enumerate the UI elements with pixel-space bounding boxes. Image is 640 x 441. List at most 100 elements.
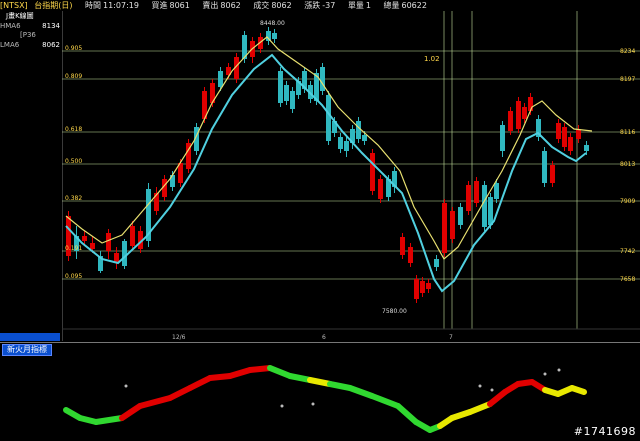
indicator-dot xyxy=(280,404,284,408)
candle-body xyxy=(550,165,555,183)
change-label: 漲跌 xyxy=(304,1,321,10)
candle-body xyxy=(542,151,547,183)
hma-value: 8134 xyxy=(42,22,60,30)
candle-body xyxy=(218,71,223,87)
sell-value: 8062 xyxy=(220,1,241,10)
candle-body xyxy=(400,237,405,255)
fib-price-label: 7658 xyxy=(620,276,635,283)
deal-label: 成交 xyxy=(253,1,270,10)
candle-body xyxy=(378,179,383,199)
candle-body xyxy=(500,125,505,151)
fib-ratio-label: 0.809 xyxy=(65,73,82,80)
time-label: 時間 xyxy=(85,1,102,10)
panel-title: J畫K線圖 xyxy=(6,12,34,20)
indicator-segment xyxy=(93,415,125,425)
candle-body xyxy=(576,129,581,139)
volume-label: 單量 xyxy=(347,1,364,10)
candle-body xyxy=(90,243,95,249)
low-price-label: 7580.00 xyxy=(382,308,407,315)
indicator-segment xyxy=(307,377,333,387)
fib-price-label: 8197 xyxy=(620,76,635,83)
indicator-dot xyxy=(311,402,315,406)
indicator-dot xyxy=(478,384,482,388)
symbol-code: [NTSX] xyxy=(0,1,28,10)
candle-body xyxy=(82,236,87,241)
indicator-dot xyxy=(557,368,561,372)
fib-price-label: 8116 xyxy=(620,129,635,136)
candle-body xyxy=(326,95,331,141)
candle-body xyxy=(466,185,471,211)
candle-body xyxy=(362,135,367,141)
watermark-id: #1741698 xyxy=(573,425,636,438)
deal-value: 8062 xyxy=(271,1,292,10)
candle-body xyxy=(508,111,513,131)
candles xyxy=(66,27,589,303)
candle-body xyxy=(414,279,419,299)
candle-body xyxy=(344,141,349,151)
fib-ratio-label: 0.382 xyxy=(65,195,82,202)
indicator-segment xyxy=(207,373,233,381)
fib-ratio-label: 0.095 xyxy=(65,273,82,280)
fib-ratio-label: 0.905 xyxy=(65,45,82,52)
candle-body xyxy=(434,259,439,267)
hma-label: HMA6 xyxy=(0,22,21,30)
panel-mid-label: [P36 xyxy=(20,31,36,39)
candle-body xyxy=(154,193,159,211)
left-panel: J畫K線圖 HMA6 8134 [P36 LMA6 8062 xyxy=(0,11,63,341)
candle-body xyxy=(122,241,127,266)
symbol-name: 台指期(日) xyxy=(34,1,73,10)
chart-annotation: 1.02 xyxy=(424,55,440,63)
indicator-title[interactable]: 新火月指標 xyxy=(2,344,52,356)
total-label: 總量 xyxy=(383,1,400,10)
lma-label: LMA6 xyxy=(0,41,20,49)
candle-body xyxy=(474,181,479,203)
sell-label: 賣出 xyxy=(202,1,219,10)
candle-body xyxy=(528,97,533,111)
candle-body xyxy=(284,85,289,101)
quote-bar: [NTSX] 台指期(日) 時間 11:07:19 買進 8061 賣出 8062 成… xyxy=(0,0,640,11)
indicator-dot xyxy=(124,384,128,388)
indicator-dot xyxy=(490,388,494,392)
fib-ratio-label: 0.500 xyxy=(65,158,82,165)
fib-price-label: 8013 xyxy=(620,161,635,168)
indicator-segment xyxy=(569,385,587,395)
fib-ratio-label: 0.191 xyxy=(65,245,82,252)
indicator-segment xyxy=(247,365,273,373)
indicator-segment xyxy=(327,381,353,391)
buy-label: 買進 xyxy=(151,1,168,10)
candlestick-chart[interactable]: 0.905 8234 0.809 8197 0.618 8116 0.500 8013 0.38… xyxy=(62,11,640,342)
ma-line-yellow xyxy=(65,36,593,260)
x-label-0: 12/6 xyxy=(172,334,186,341)
candle-body xyxy=(356,121,361,139)
candle-body xyxy=(426,283,431,289)
buy-value: 8061 xyxy=(169,1,190,10)
volume-value: 1 xyxy=(365,1,371,10)
x-label-1: 6 xyxy=(322,334,326,341)
indicator-segment xyxy=(287,373,313,383)
candle-body xyxy=(516,101,521,129)
candle-body xyxy=(568,137,573,151)
fib-price-label: 7742 xyxy=(620,248,635,255)
candle-body xyxy=(370,153,375,191)
candle-body xyxy=(522,107,527,119)
candle-body xyxy=(494,183,499,199)
candle-body xyxy=(562,127,567,147)
candle-body xyxy=(278,71,283,103)
indicator-dot xyxy=(543,372,547,376)
time-value: 11:07:19 xyxy=(103,1,139,10)
x-label-2: 7 xyxy=(449,334,453,341)
lma-value: 8062 xyxy=(42,41,60,49)
candle-body xyxy=(272,33,277,39)
fib-ratio-label: 0.618 xyxy=(65,126,82,133)
candle-body xyxy=(584,145,589,151)
candle-body xyxy=(458,207,463,225)
total-value: 60622 xyxy=(401,1,427,10)
fib-price-label: 7909 xyxy=(620,198,635,205)
candle-body xyxy=(290,91,295,109)
candle-body xyxy=(338,137,343,149)
candle-body xyxy=(130,226,135,246)
panel-scrollbar[interactable] xyxy=(0,333,60,341)
candle-body xyxy=(420,281,425,293)
candle-body xyxy=(556,123,561,139)
candle-body xyxy=(442,203,447,253)
